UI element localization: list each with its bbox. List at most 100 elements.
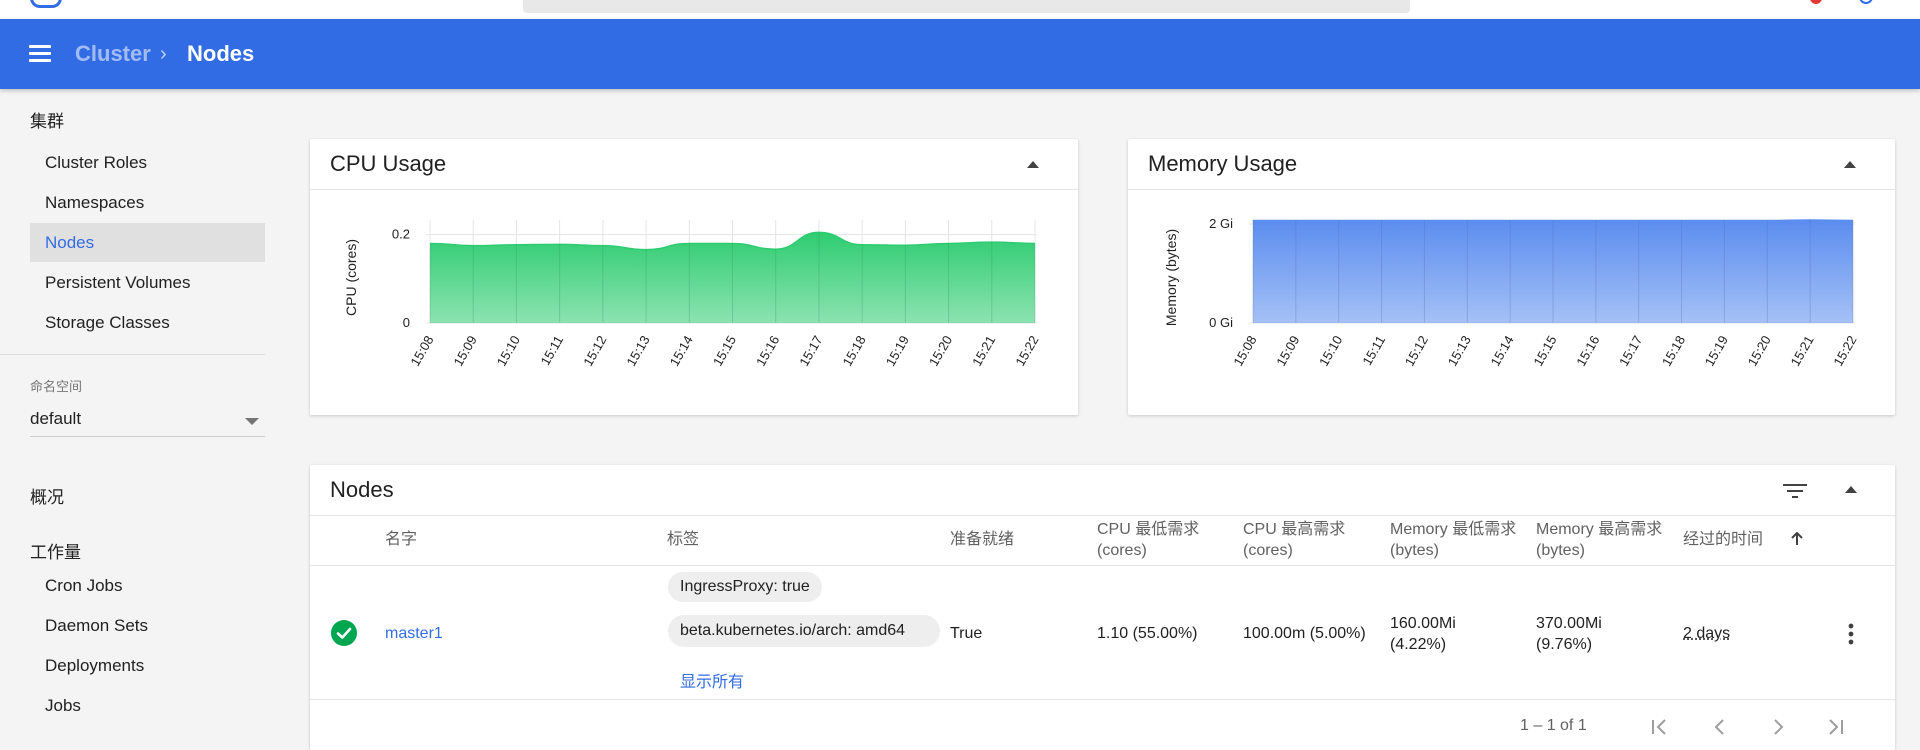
- x-tick-label: 15:11: [1359, 333, 1388, 368]
- cpu-usage-card: CPU Usage 0 0.2 15:08 15:09 15:10 15:11 15:12 1…: [310, 139, 1078, 415]
- node-name-link[interactable]: master1: [385, 623, 443, 644]
- notification-icon[interactable]: [1810, 0, 1822, 4]
- sidebar-item-persistent-volumes[interactable]: Persistent Volumes: [30, 263, 265, 302]
- column-header-cpu-limits[interactable]: CPU 最高需求 (cores): [1243, 519, 1368, 561]
- page-title: Nodes: [187, 41, 254, 67]
- chart-svg: 0 Gi 2 Gi 15:08 15:09 15:10 15:11 15:12 15:13 15…: [1128, 189, 1896, 415]
- x-tick-label: 15:13: [623, 333, 652, 369]
- memory-usage-card: Memory Usage 0 Gi 2 Gi 15:08 15:09 15:10 15:1…: [1128, 139, 1895, 415]
- x-tick-label: 15:22: [1830, 333, 1859, 369]
- breadcrumb-separator: ›: [160, 43, 167, 66]
- chevron-down-icon: [245, 418, 259, 425]
- x-tick-label: 15:12: [580, 333, 609, 369]
- x-tick-label: 15:21: [1787, 333, 1816, 369]
- sidebar-item-deployments[interactable]: Deployments: [30, 646, 265, 685]
- more-vert-icon[interactable]: [1848, 623, 1854, 645]
- nodes-card-title: Nodes: [330, 477, 394, 503]
- x-tick-label: 15:20: [1745, 333, 1774, 369]
- memory-card-title: Memory Usage: [1148, 151, 1297, 177]
- menu-icon[interactable]: [29, 45, 51, 62]
- column-header-name[interactable]: 名字: [385, 529, 417, 550]
- x-tick-label: 15:10: [1316, 333, 1345, 369]
- label-chip: beta.kubernetes.io/arch: amd64: [668, 615, 940, 647]
- next-page-icon[interactable]: [1766, 715, 1790, 739]
- x-tick-label: 15:19: [1702, 333, 1731, 369]
- x-tick-label: 15:18: [1659, 333, 1688, 369]
- y-axis-label: Memory (bytes): [1163, 229, 1179, 326]
- search-input[interactable]: [523, 0, 1410, 13]
- column-header-ready[interactable]: 准备就绪: [950, 529, 1014, 550]
- x-tick-label: 15:22: [1012, 333, 1041, 369]
- y-tick-label: 0.2: [392, 227, 410, 242]
- node-ready-value: True: [950, 623, 982, 644]
- x-tick-label: 15:09: [1273, 333, 1302, 369]
- sidebar-item-cluster-roles[interactable]: Cluster Roles: [30, 143, 265, 182]
- sidebar-section-workloads[interactable]: 工作量: [30, 538, 81, 563]
- node-age-value: 2 days: [1683, 623, 1730, 644]
- x-tick-label: 15:14: [1487, 333, 1516, 369]
- namespace-label: 命名空间: [30, 376, 82, 395]
- sidebar-item-storage-classes[interactable]: Storage Classes: [30, 303, 265, 342]
- cpu-card-title: CPU Usage: [330, 151, 446, 177]
- namespace-select[interactable]: default: [30, 407, 265, 437]
- column-header-memory-limits[interactable]: Memory 最高需求 (bytes): [1536, 519, 1664, 561]
- y-tick-label: 0 Gi: [1209, 315, 1233, 330]
- sidebar-divider: [0, 354, 265, 355]
- x-tick-label: 15:19: [883, 333, 912, 369]
- x-tick-label: 15:13: [1445, 333, 1474, 369]
- sidebar-section-overview[interactable]: 概况: [30, 483, 64, 508]
- breadcrumb-cluster[interactable]: Cluster: [75, 41, 151, 67]
- column-header-cpu-requests[interactable]: CPU 最低需求 (cores): [1097, 519, 1217, 561]
- column-header-memory-requests[interactable]: Memory 最低需求 (bytes): [1390, 519, 1518, 561]
- x-tick-label: 15:10: [494, 333, 523, 369]
- kubernetes-logo-icon[interactable]: [30, 0, 62, 8]
- x-tick-label: 15:18: [839, 333, 868, 369]
- x-tick-label: 15:17: [796, 333, 825, 369]
- y-tick-label: 0: [403, 315, 410, 330]
- label-chip: IngressProxy: true: [668, 572, 822, 602]
- arrow-up-icon[interactable]: [1791, 532, 1803, 546]
- user-menu-icon[interactable]: [1859, 0, 1873, 4]
- top-toolbar: [0, 0, 1920, 19]
- collapse-icon[interactable]: [1844, 161, 1856, 168]
- nodes-card: Nodes 名字 标签 准备就绪 CPU 最低需求 (cores) CPU 最高…: [310, 465, 1895, 750]
- column-header-age[interactable]: 经过的时间: [1683, 529, 1763, 550]
- memory-limits-value: 370.00Mi (9.76%): [1536, 613, 1654, 655]
- x-tick-label: 15:16: [1573, 333, 1602, 369]
- y-axis-label: CPU (cores): [343, 239, 359, 316]
- x-tick-label: 15:21: [969, 333, 998, 369]
- first-page-icon[interactable]: [1648, 715, 1672, 739]
- x-tick-label: 15:16: [753, 333, 782, 369]
- x-tick-label: 15:15: [710, 333, 739, 369]
- filter-icon[interactable]: [1783, 483, 1807, 499]
- sidebar-item-jobs[interactable]: Jobs: [30, 686, 265, 725]
- sidebar-section-cluster[interactable]: 集群: [30, 107, 64, 132]
- check-circle-icon: [331, 620, 357, 646]
- sidebar-item-cron-jobs[interactable]: Cron Jobs: [30, 566, 265, 605]
- x-tick-label: 15:09: [451, 333, 480, 369]
- sidebar: 集群 Cluster Roles Namespaces Nodes Persis…: [0, 89, 265, 746]
- x-tick-label: 15:11: [537, 333, 566, 368]
- cpu-limits-value: 100.00m (5.00%): [1243, 623, 1366, 644]
- app-bar: Cluster › Nodes: [0, 19, 1920, 89]
- pagination-controls: [1648, 715, 1878, 739]
- namespace-value: default: [30, 409, 81, 429]
- x-tick-label: 15:08: [1230, 333, 1259, 369]
- show-all-link[interactable]: 显示所有: [680, 672, 744, 693]
- collapse-icon[interactable]: [1027, 161, 1039, 168]
- chart-svg: 0 0.2 15:08 15:09 15:10 15:11 15:12 15:13 15:14 1…: [310, 189, 1078, 415]
- x-tick-label: 15:17: [1616, 333, 1645, 369]
- sidebar-item-daemon-sets[interactable]: Daemon Sets: [30, 606, 265, 645]
- sidebar-item-nodes[interactable]: Nodes: [30, 223, 265, 262]
- previous-page-icon[interactable]: [1708, 715, 1732, 739]
- last-page-icon[interactable]: [1823, 715, 1847, 739]
- cpu-requests-value: 1.10 (55.00%): [1097, 623, 1198, 644]
- collapse-icon[interactable]: [1845, 486, 1857, 493]
- x-tick-label: 15:14: [667, 333, 696, 369]
- memory-requests-value: 160.00Mi (4.22%): [1390, 613, 1508, 655]
- y-tick-label: 2 Gi: [1209, 216, 1233, 231]
- x-tick-label: 15:08: [407, 333, 436, 369]
- pagination-range: 1 – 1 of 1: [1520, 715, 1587, 736]
- x-tick-label: 15:12: [1402, 333, 1431, 369]
- sidebar-item-namespaces[interactable]: Namespaces: [30, 183, 265, 222]
